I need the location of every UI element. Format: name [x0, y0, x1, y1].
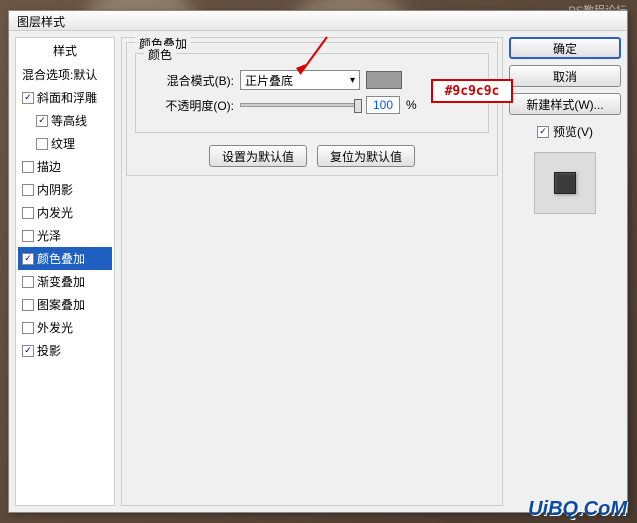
- sidebar-checkbox-5[interactable]: [22, 207, 34, 219]
- sidebar-checkbox-4[interactable]: [22, 184, 34, 196]
- sidebar-label-9: 图案叠加: [37, 296, 85, 313]
- sidebar-item-0[interactable]: 斜面和浮雕: [18, 86, 112, 109]
- sidebar-checkbox-7[interactable]: [22, 253, 34, 265]
- opacity-input[interactable]: 100: [366, 96, 400, 114]
- sidebar-label-11: 投影: [37, 342, 61, 359]
- sidebar-header: 样式: [18, 42, 112, 59]
- opacity-label: 不透明度(O):: [144, 97, 234, 114]
- sidebar-checkbox-2[interactable]: [36, 138, 48, 150]
- sidebar-item-11[interactable]: 投影: [18, 339, 112, 362]
- new-style-button[interactable]: 新建样式(W)...: [509, 93, 621, 115]
- cancel-button[interactable]: 取消: [509, 65, 621, 87]
- watermark-bottom: UiBQ.CoM: [528, 498, 627, 521]
- sidebar-checkbox-1[interactable]: [36, 115, 48, 127]
- set-default-button[interactable]: 设置为默认值: [209, 145, 307, 167]
- inner-title: 颜色: [144, 46, 176, 63]
- reset-default-button[interactable]: 复位为默认值: [317, 145, 415, 167]
- sidebar-item-6[interactable]: 光泽: [18, 224, 112, 247]
- sidebar-label-7: 颜色叠加: [37, 250, 85, 267]
- sidebar-checkbox-3[interactable]: [22, 161, 34, 173]
- color-swatch[interactable]: [366, 71, 402, 89]
- sidebar-checkbox-11[interactable]: [22, 345, 34, 357]
- sidebar-checkbox-8[interactable]: [22, 276, 34, 288]
- slider-thumb[interactable]: [354, 99, 362, 113]
- opacity-slider[interactable]: [240, 103, 360, 107]
- preview-thumbnail: [534, 152, 596, 214]
- dialog-titlebar: 图层样式: [9, 11, 627, 31]
- styles-sidebar: 样式 混合选项:默认 斜面和浮雕等高线纹理描边内阴影内发光光泽颜色叠加渐变叠加图…: [15, 37, 115, 506]
- sidebar-item-2[interactable]: 纹理: [18, 132, 112, 155]
- blend-mode-label: 混合模式(B):: [144, 72, 234, 89]
- sidebar-item-3[interactable]: 描边: [18, 155, 112, 178]
- sidebar-item-9[interactable]: 图案叠加: [18, 293, 112, 316]
- sidebar-label-0: 斜面和浮雕: [37, 89, 97, 106]
- sidebar-blend-default[interactable]: 混合选项:默认: [18, 63, 112, 86]
- sidebar-label-4: 内阴影: [37, 181, 73, 198]
- sidebar-checkbox-0[interactable]: [22, 92, 34, 104]
- sidebar-checkbox-6[interactable]: [22, 230, 34, 242]
- annotation-color-hex: #9c9c9c: [431, 79, 513, 103]
- sidebar-checkbox-10[interactable]: [22, 322, 34, 334]
- dialog-title: 图层样式: [17, 15, 65, 29]
- sidebar-label-5: 内发光: [37, 204, 73, 221]
- sidebar-label-2: 纹理: [51, 135, 75, 152]
- sidebar-label-1: 等高线: [51, 112, 87, 129]
- dialog-buttons: 确定 取消 新建样式(W)... 预览(V): [509, 37, 621, 506]
- sidebar-item-4[interactable]: 内阴影: [18, 178, 112, 201]
- ok-button[interactable]: 确定: [509, 37, 621, 59]
- sidebar-item-5[interactable]: 内发光: [18, 201, 112, 224]
- settings-panel: 颜色叠加 颜色 混合模式(B): 正片叠底 不透明度(O): 100 %: [121, 37, 503, 506]
- sidebar-item-8[interactable]: 渐变叠加: [18, 270, 112, 293]
- layer-style-dialog: 图层样式 样式 混合选项:默认 斜面和浮雕等高线纹理描边内阴影内发光光泽颜色叠加…: [8, 10, 628, 513]
- sidebar-label-8: 渐变叠加: [37, 273, 85, 290]
- sidebar-item-1[interactable]: 等高线: [18, 109, 112, 132]
- sidebar-label-3: 描边: [37, 158, 61, 175]
- opacity-unit: %: [406, 98, 417, 112]
- preview-label: 预览(V): [553, 123, 593, 140]
- sidebar-label-6: 光泽: [37, 227, 61, 244]
- sidebar-item-10[interactable]: 外发光: [18, 316, 112, 339]
- preview-shape: [554, 172, 576, 194]
- preview-checkbox[interactable]: [537, 126, 549, 138]
- blend-mode-combo[interactable]: 正片叠底: [240, 70, 360, 90]
- sidebar-label-10: 外发光: [37, 319, 73, 336]
- sidebar-checkbox-9[interactable]: [22, 299, 34, 311]
- sidebar-item-7[interactable]: 颜色叠加: [18, 247, 112, 270]
